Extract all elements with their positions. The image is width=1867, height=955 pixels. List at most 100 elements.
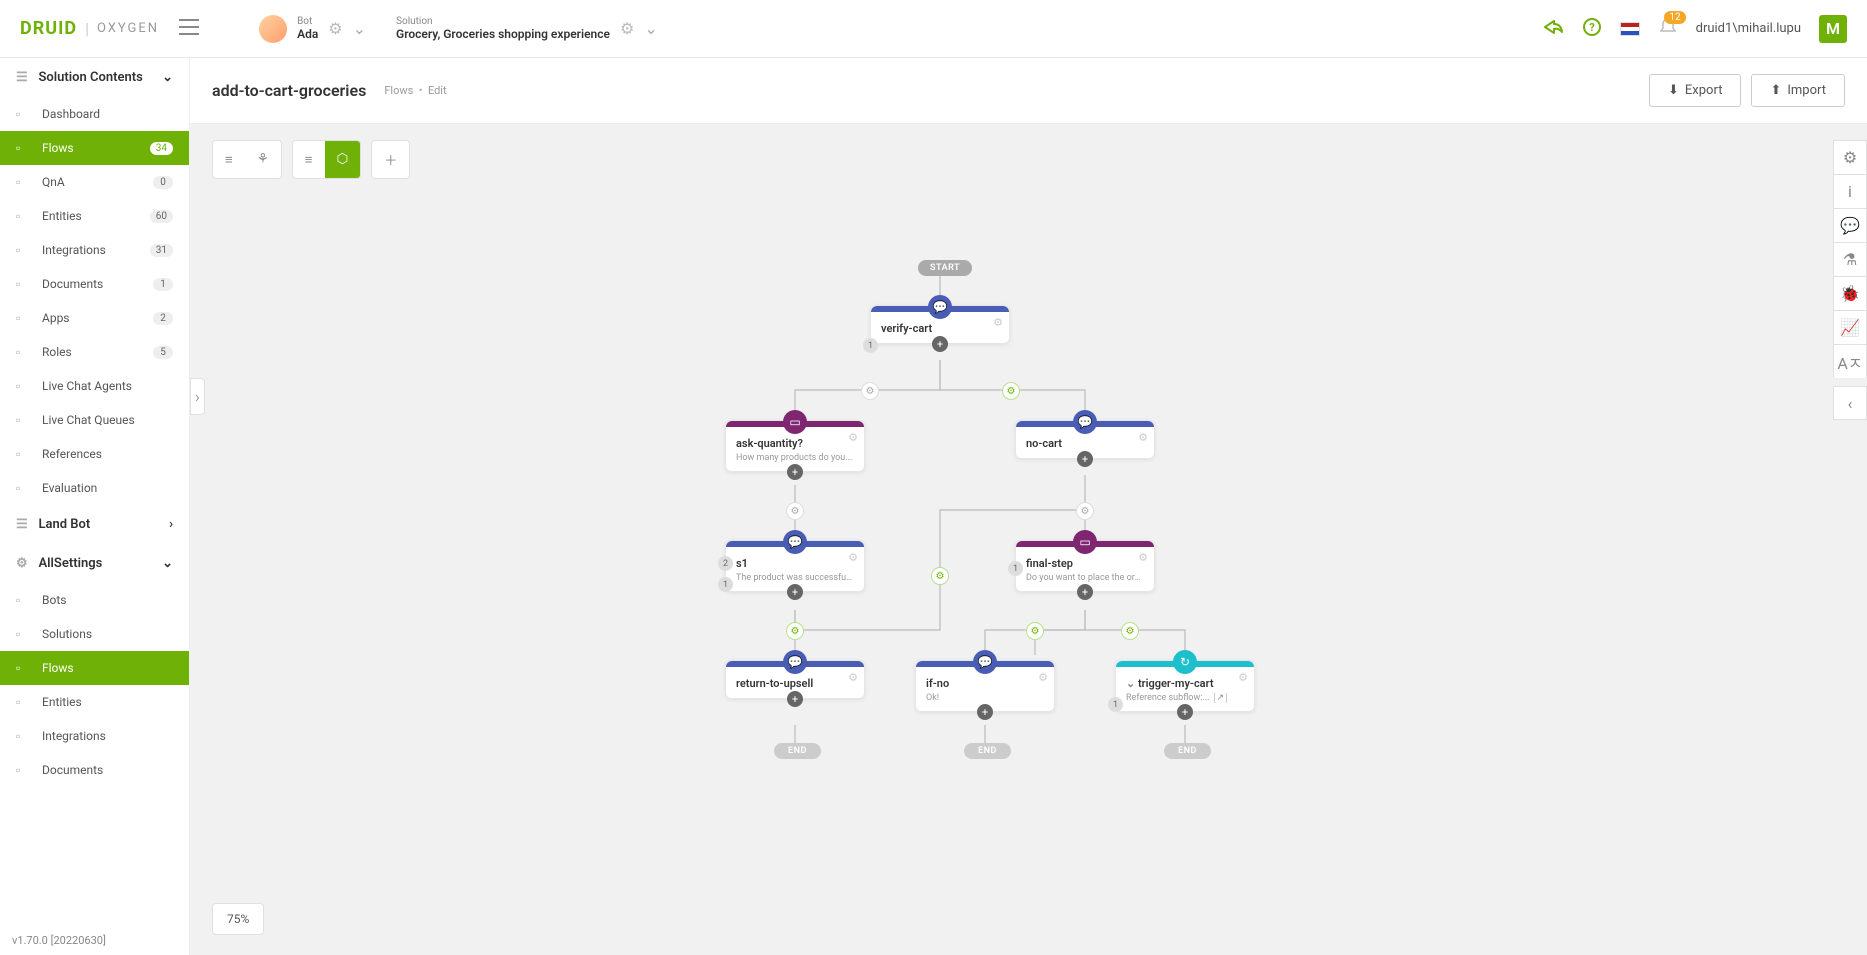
add-step-icon[interactable]: + — [787, 584, 803, 600]
node-gear-icon[interactable]: ⚙ — [848, 431, 858, 444]
layout-list-button[interactable]: ≡ — [293, 141, 325, 178]
hamburger-icon[interactable] — [179, 19, 199, 39]
add-step-icon[interactable]: + — [1177, 704, 1193, 720]
add-step-icon[interactable]: + — [787, 464, 803, 480]
sidebar-item-integrations[interactable]: ▫Integrations31 — [0, 233, 189, 267]
sidebar-item-live-chat-agents[interactable]: ▫Live Chat Agents — [0, 369, 189, 403]
item-icon: ▫ — [16, 243, 32, 257]
node-trigger-my-cart[interactable]: ↻ ⚙ 1 ⌄ trigger-my-cart Reference subflo… — [1115, 660, 1255, 712]
rail-settings-icon[interactable]: ⚙ — [1833, 140, 1867, 174]
node-final-step[interactable]: ▭ ⚙ 1 final-step Do you want to place th… — [1015, 540, 1155, 592]
bot-selector[interactable]: Bot Ada ⚙ ⌄ — [259, 15, 366, 43]
edge-config-icon[interactable]: ⚙ — [786, 502, 804, 520]
external-link-icon: ↗ — [1214, 693, 1228, 703]
message-icon: 💬 — [928, 295, 952, 319]
node-gear-icon[interactable]: ⚙ — [993, 316, 1003, 329]
item-label: Roles — [42, 345, 72, 359]
node-gear-icon[interactable]: ⚙ — [1038, 671, 1048, 684]
section-land-bot[interactable]: ☰ Land Bot › — [0, 505, 189, 544]
node-verify-cart[interactable]: 💬 ⚙ 1 verify-cart + — [870, 305, 1010, 344]
help-icon[interactable]: ? — [1582, 17, 1602, 41]
rail-analytics-icon[interactable]: 📈 — [1833, 310, 1867, 344]
item-label: References — [42, 447, 102, 461]
add-step-icon[interactable]: + — [787, 691, 803, 707]
node-no-cart[interactable]: 💬 ⚙ no-cart + — [1015, 420, 1155, 459]
node-return-to-upsell[interactable]: 💬 ⚙ return-to-upsell + — [725, 660, 865, 699]
sidebar-item-documents[interactable]: ▫Documents — [0, 753, 189, 787]
language-flag-icon[interactable] — [1620, 22, 1640, 36]
logo-brand: DRUID — [20, 18, 77, 39]
edge-config-icon[interactable]: ⚙ — [1121, 622, 1139, 640]
edge-config-icon[interactable]: ⚙ — [1026, 622, 1044, 640]
message-icon: 💬 — [973, 650, 997, 674]
add-button[interactable]: ＋ — [372, 141, 409, 178]
rail-test-icon[interactable]: ⚗ — [1833, 242, 1867, 276]
sidebar-item-integrations[interactable]: ▫Integrations — [0, 719, 189, 753]
node-if-no[interactable]: 💬 ⚙ if-no Ok! + — [915, 660, 1055, 712]
node-s1[interactable]: 💬 ⚙ 2 1 s1 The product was successfully.… — [725, 540, 865, 592]
view-tree-button[interactable]: ⚘ — [245, 141, 281, 178]
item-label: Bots — [42, 593, 66, 607]
node-gear-icon[interactable]: ⚙ — [1238, 671, 1248, 684]
node-gear-icon[interactable]: ⚙ — [1138, 551, 1148, 564]
sidebar-item-flows[interactable]: ▫Flows34 — [0, 131, 189, 165]
node-ask-quantity[interactable]: ▭ ⚙ ask-quantity? How many products do y… — [725, 420, 865, 472]
export-button[interactable]: ⬇Export — [1649, 74, 1741, 107]
edge-config-icon[interactable]: ⚙ — [786, 622, 804, 640]
section-solution-contents[interactable]: ☰ Solution Contents ⌄ — [0, 58, 189, 97]
sidebar-item-flows[interactable]: ▫Flows — [0, 651, 189, 685]
share-icon[interactable] — [1542, 18, 1564, 40]
edge-config-icon[interactable]: ⚙ — [1002, 382, 1020, 400]
sidebar-item-entities[interactable]: ▫Entities — [0, 685, 189, 719]
sidebar-item-apps[interactable]: ▫Apps2 — [0, 301, 189, 335]
notification-icon[interactable]: 12 — [1658, 17, 1678, 41]
sidebar-item-roles[interactable]: ▫Roles5 — [0, 335, 189, 369]
item-icon: ▫ — [16, 141, 32, 155]
sidebar-item-entities[interactable]: ▫Entities60 — [0, 199, 189, 233]
svg-text:?: ? — [1589, 21, 1595, 34]
item-icon: ▫ — [16, 593, 32, 607]
rail-collapse-icon[interactable]: ‹ — [1833, 386, 1867, 420]
rail-info-icon[interactable]: i — [1833, 174, 1867, 208]
sidebar-item-live-chat-queues[interactable]: ▫Live Chat Queues — [0, 403, 189, 437]
crumb-flows[interactable]: Flows — [384, 84, 413, 97]
add-step-icon[interactable]: + — [1077, 584, 1093, 600]
edge-config-icon[interactable]: ⚙ — [931, 567, 949, 585]
node-gear-icon[interactable]: ⚙ — [1138, 431, 1148, 444]
solution-caret-icon[interactable]: ⌄ — [644, 19, 657, 38]
sidebar-item-dashboard[interactable]: ▫Dashboard — [0, 97, 189, 131]
sidebar-item-evaluation[interactable]: ▫Evaluation — [0, 471, 189, 505]
version-label: v1.70.0 [20220630] — [12, 934, 106, 947]
node-gear-icon[interactable]: ⚙ — [848, 671, 858, 684]
add-step-icon[interactable]: + — [1077, 451, 1093, 467]
user-avatar[interactable]: M — [1819, 15, 1847, 43]
add-step-icon[interactable]: + — [932, 336, 948, 352]
view-list-button[interactable]: ≡ — [213, 141, 245, 178]
sidebar-item-qna[interactable]: ▫QnA0 — [0, 165, 189, 199]
section-icon: ☰ — [16, 70, 32, 85]
section-all-settings[interactable]: ⚙ AllSettings ⌄ — [0, 544, 189, 583]
solution-gear-icon[interactable]: ⚙ — [620, 19, 634, 38]
item-icon: ▫ — [16, 209, 32, 223]
node-gear-icon[interactable]: ⚙ — [848, 551, 858, 564]
sidebar-item-solutions[interactable]: ▫Solutions — [0, 617, 189, 651]
bot-gear-icon[interactable]: ⚙ — [328, 19, 342, 38]
item-badge: 60 — [150, 210, 173, 223]
solution-selector[interactable]: Solution Grocery, Groceries shopping exp… — [396, 16, 658, 41]
expand-sidebar-handle[interactable]: › — [190, 378, 205, 415]
edge-config-icon[interactable]: ⚙ — [861, 382, 879, 400]
layout-diagram-button[interactable]: ⬡ — [325, 141, 361, 178]
rail-translate-icon[interactable]: Aㅈ — [1833, 344, 1867, 378]
import-button[interactable]: ⬆Import — [1751, 74, 1845, 107]
edge-config-icon[interactable]: ⚙ — [1076, 502, 1094, 520]
logo[interactable]: DRUID | OXYGEN — [20, 18, 159, 39]
rail-chat-icon[interactable]: 💬 — [1833, 208, 1867, 242]
flow-canvas[interactable]: START 💬 ⚙ 1 verify-cart + ⚙ ⚙ ▭ ⚙ — [190, 195, 1867, 955]
add-step-icon[interactable]: + — [977, 704, 993, 720]
bot-caret-icon[interactable]: ⌄ — [353, 19, 366, 38]
sidebar-item-documents[interactable]: ▫Documents1 — [0, 267, 189, 301]
rail-debug-icon[interactable]: 🐞 — [1833, 276, 1867, 310]
zoom-indicator[interactable]: 75% — [212, 903, 264, 935]
sidebar-item-bots[interactable]: ▫ Bots — [0, 583, 189, 617]
sidebar-item-references[interactable]: ▫References — [0, 437, 189, 471]
